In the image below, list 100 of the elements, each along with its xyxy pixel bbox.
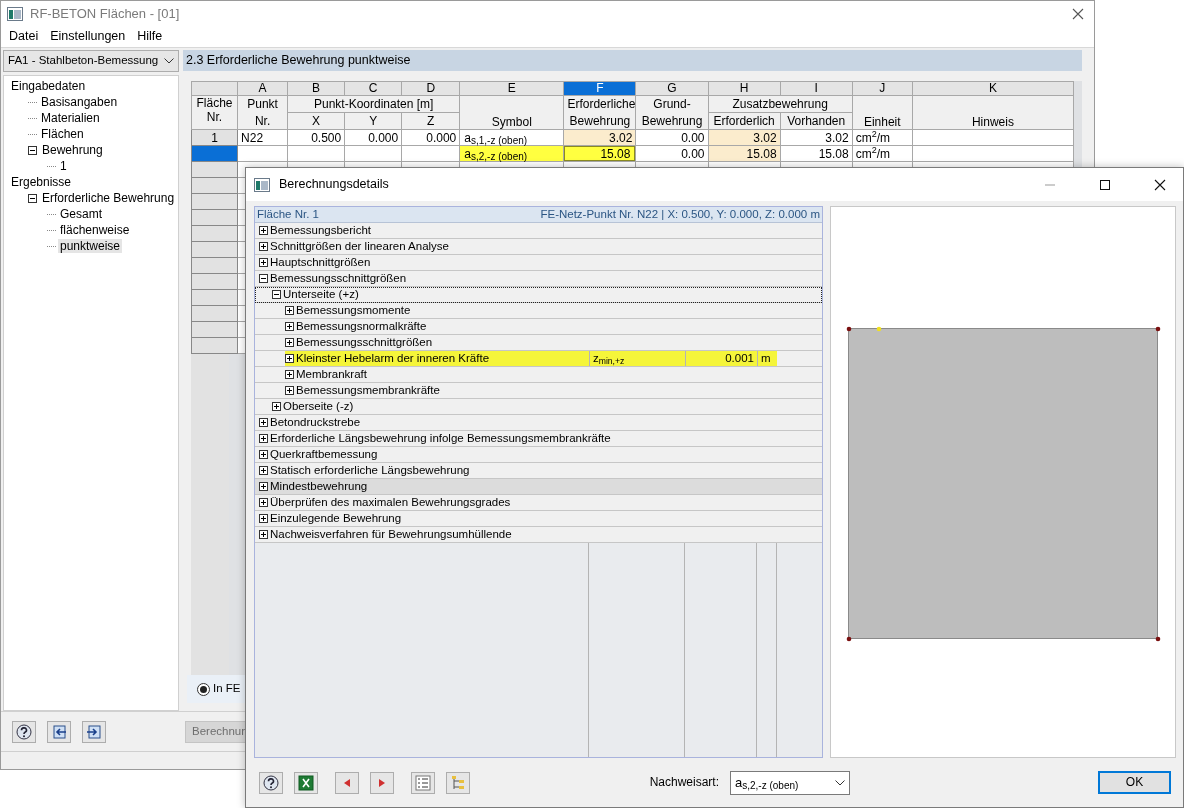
column-letter[interactable]: C — [344, 81, 402, 96]
collapse-icon[interactable] — [28, 145, 37, 155]
table-cell: 0.000 — [344, 129, 402, 146]
toolbar-button[interactable] — [335, 771, 359, 794]
tree-icon — [450, 774, 466, 791]
column-letter[interactable]: D — [401, 81, 460, 96]
ok-button[interactable]: OK — [1098, 771, 1171, 794]
tree-item[interactable]: Bemessungsbericht — [270, 223, 371, 238]
expand-icon[interactable] — [259, 530, 268, 539]
column-letter[interactable]: G — [635, 81, 709, 96]
toolbar-button[interactable] — [294, 771, 318, 794]
symbol-cell: z$_{min,+z}$ — [589, 351, 685, 366]
toolbar-button[interactable] — [12, 720, 36, 743]
check-type-dropdown[interactable]: a$_{s,2,-z (oben)}$ — [730, 770, 850, 795]
column-letter[interactable]: K — [912, 81, 1074, 96]
table-cell: cm$^{2}$/m — [852, 145, 913, 162]
menu-item[interactable]: Datei — [3, 29, 45, 44]
maximize-icon[interactable] — [1099, 178, 1111, 191]
table-cell: 0.000 — [401, 129, 460, 146]
expand-icon[interactable] — [259, 514, 268, 523]
radio-button[interactable] — [197, 682, 210, 696]
tree-item[interactable]: Erforderliche Bewehrung — [40, 190, 177, 206]
tree-item[interactable]: Bewehrung — [40, 142, 105, 158]
expand-icon[interactable] — [285, 322, 294, 331]
back-icon — [51, 723, 67, 740]
tree-item[interactable]: Oberseite (-z) — [283, 399, 354, 414]
collapse-icon[interactable] — [28, 193, 37, 203]
forward-icon — [86, 723, 102, 740]
close-icon[interactable] — [1154, 178, 1166, 191]
table-cell: 0.00 — [635, 145, 709, 162]
column-letter[interactable]: B — [287, 81, 345, 96]
menu-item[interactable]: Hilfe — [131, 29, 169, 44]
collapse-icon[interactable] — [259, 274, 268, 283]
expand-icon[interactable] — [259, 258, 268, 267]
column-letter[interactable]: J — [852, 81, 913, 96]
case-dropdown[interactable]: FA1 - Stahlbeton-Bemessung — [3, 50, 179, 72]
table-cell: cm$^{2}$/m — [852, 129, 913, 146]
table-cell: 0.00 — [635, 129, 709, 146]
table-cell: 0.500 — [287, 129, 345, 146]
toolbar-button[interactable] — [259, 771, 283, 794]
section-title: 2.3 Erforderliche Bewehrung punktweise — [183, 50, 1082, 71]
column-letter[interactable]: A — [237, 81, 288, 96]
tree-item[interactable]: Hauptschnittgrößen — [270, 255, 371, 270]
tree-item[interactable]: Unterseite (+z) — [283, 287, 359, 302]
corner-header — [191, 81, 238, 96]
expand-icon[interactable] — [285, 306, 294, 315]
help-icon — [263, 774, 279, 791]
expand-icon[interactable] — [285, 370, 294, 379]
spreadsheet-icon — [298, 774, 314, 791]
expand-icon[interactable] — [259, 226, 268, 235]
tree-item[interactable]: Eingabedaten — [9, 78, 88, 94]
tree-item[interactable]: Querkraftbemessung — [270, 447, 378, 462]
tree-item[interactable]: Betondruckstrebe — [270, 415, 361, 430]
toolbar-button[interactable] — [82, 720, 106, 743]
chevron-down-icon — [164, 58, 174, 64]
column-letter[interactable]: F — [563, 81, 636, 96]
expand-icon[interactable] — [259, 242, 268, 251]
app-icon — [7, 6, 23, 21]
point-info: FE-Netz-Punkt Nr. N22 | X: 0.500, Y: 0.000, Z: 0.000 m — [540, 207, 820, 222]
toolbar-button[interactable] — [370, 771, 394, 794]
tree-item[interactable]: flächenweise — [58, 222, 132, 238]
table-cell: 15.08 — [780, 145, 853, 162]
radio-label: In FE — [213, 682, 241, 696]
tree-item[interactable]: Materialien — [39, 110, 102, 126]
table-cell: N22 — [237, 129, 288, 146]
toolbar-button[interactable] — [47, 720, 71, 743]
expand-icon[interactable] — [259, 450, 268, 459]
tree-item[interactable]: Basisangaben — [39, 94, 120, 110]
tree-item[interactable]: 1 — [58, 158, 69, 174]
table-cell: a$_{s,1,-z (oben)}$ — [459, 129, 564, 146]
chevron-down-icon — [835, 779, 845, 786]
expand-icon[interactable] — [285, 354, 294, 363]
column-header: Hinweis — [912, 95, 1074, 130]
tree-item[interactable]: punktweise — [58, 238, 123, 254]
unit-cell: m — [757, 351, 777, 366]
window-title: RF-BETON Flächen - [01] — [30, 5, 180, 22]
dialog-title: Berechnungsdetails — [279, 177, 389, 192]
menu-item[interactable]: Einstellungen — [44, 29, 132, 44]
expand-icon[interactable] — [285, 386, 294, 395]
expand-icon[interactable] — [285, 338, 294, 347]
tree-item[interactable]: Flächen — [39, 126, 86, 142]
help-icon — [16, 723, 32, 740]
column-letter[interactable]: I — [780, 81, 853, 96]
expand-icon[interactable] — [259, 466, 268, 475]
app-icon — [254, 177, 270, 192]
expand-icon[interactable] — [259, 482, 268, 491]
column-letter[interactable]: H — [708, 81, 781, 96]
close-icon[interactable] — [1072, 7, 1084, 20]
tree-item[interactable]: Ergebnisse — [9, 174, 74, 190]
collapse-icon[interactable] — [272, 290, 281, 299]
column-header: Fläche Nr. — [191, 95, 238, 130]
tree-item[interactable]: Gesamt — [58, 206, 104, 222]
tree-item[interactable]: Bemessungsmomente — [296, 303, 411, 318]
tree-item[interactable]: Membrankraft — [296, 367, 367, 382]
expand-icon[interactable] — [259, 418, 268, 427]
column-letter[interactable]: E — [459, 81, 564, 96]
tree-item[interactable]: Mindestbewehrung — [270, 479, 368, 494]
expand-icon[interactable] — [272, 402, 281, 411]
expand-icon[interactable] — [259, 434, 268, 443]
expand-icon[interactable] — [259, 498, 268, 507]
